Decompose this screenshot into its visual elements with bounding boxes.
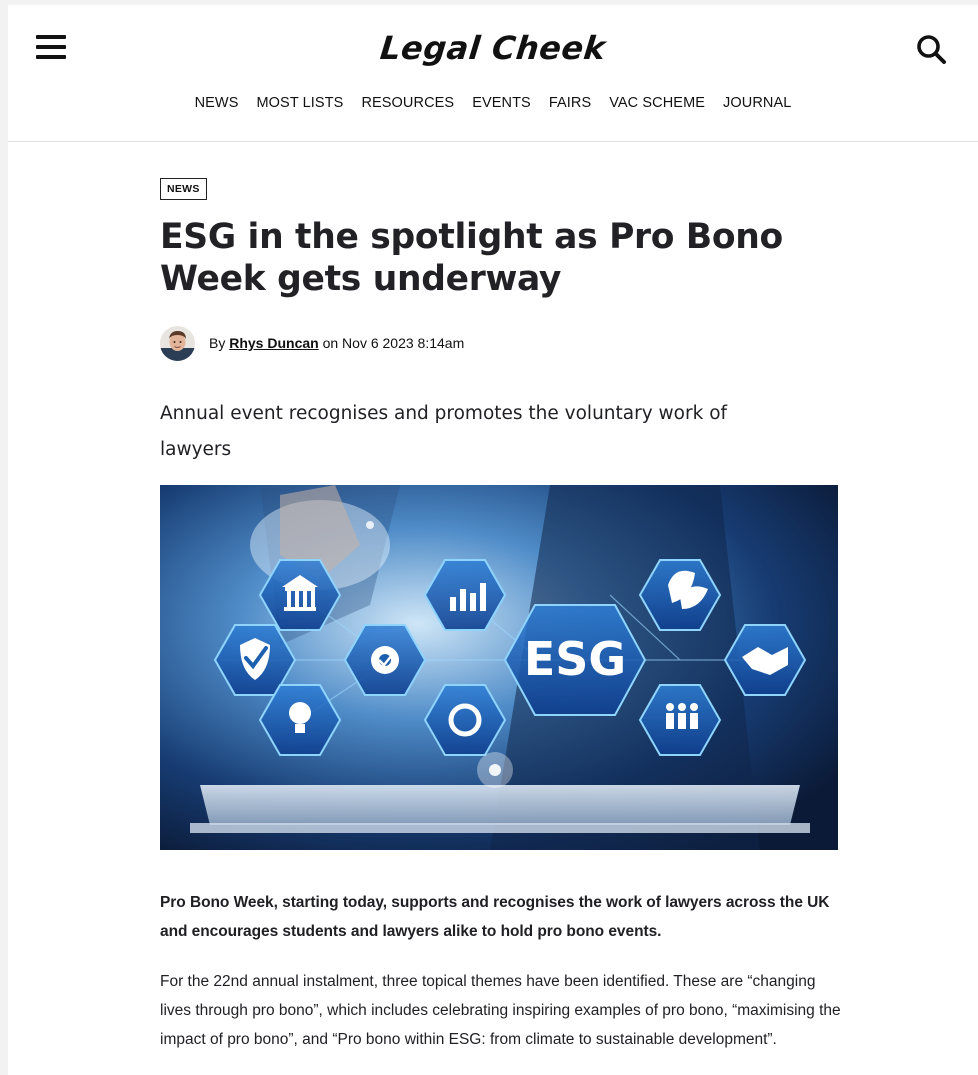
site-logo[interactable]: Legal Cheek [8,29,978,67]
nav-item-events[interactable]: EVENTS [472,95,531,111]
nav-item-fairs[interactable]: FAIRS [549,95,591,111]
site-header: Legal Cheek NEWS MOST LISTS RESOURCES EV… [8,5,978,142]
nav-item-vac-scheme[interactable]: VAC SCHEME [609,95,705,111]
author-link[interactable]: Rhys Duncan [229,335,318,351]
nav-item-most-lists[interactable]: MOST LISTS [256,95,343,111]
search-icon [917,35,946,64]
article-standfirst: Annual event recognises and promotes the… [160,403,728,460]
page: Legal Cheek NEWS MOST LISTS RESOURCES EV… [8,5,978,1075]
nav-item-news[interactable]: NEWS [195,95,239,111]
article: NEWS ESG in the spotlight as Pro Bono We… [160,178,841,1048]
nav-item-journal[interactable]: JOURNAL [723,95,791,111]
category-tag[interactable]: NEWS [160,178,207,200]
author-avatar[interactable] [160,325,195,361]
hero-esg-text: ESG [524,632,626,686]
article-paragraph-1: Pro Bono Week, starting today, supports … [160,894,830,940]
main-nav: NEWS MOST LISTS RESOURCES EVENTS FAIRS V… [8,95,978,111]
article-paragraph-2: For the 22nd annual instalment, three to… [160,973,841,1048]
article-title: ESG in the spotlight as Pro Bono Week ge… [160,217,783,299]
byline: By Rhys Duncan on Nov 6 2023 8:14am [160,325,464,361]
search-button[interactable] [915,33,949,67]
hero-image: ESG [160,485,838,850]
publish-date: on Nov 6 2023 8:14am [318,335,465,351]
nav-item-resources[interactable]: RESOURCES [361,95,454,111]
byline-prefix: By [209,335,230,351]
byline-text: By Rhys Duncan on Nov 6 2023 8:14am [209,335,464,351]
